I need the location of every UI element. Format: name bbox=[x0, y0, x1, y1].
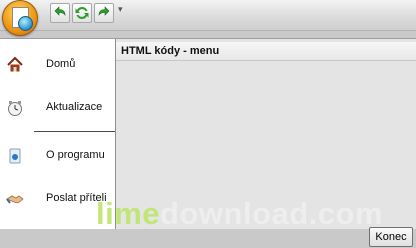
watermark: limedownload.com bbox=[96, 196, 383, 232]
undo-button[interactable] bbox=[50, 3, 70, 23]
title-bar: ▾ bbox=[0, 0, 416, 36]
handshake-icon bbox=[6, 195, 24, 204]
sidebar-item-about[interactable]: O programu bbox=[0, 136, 115, 176]
close-button[interactable]: Konec bbox=[369, 227, 413, 247]
redo-icon bbox=[98, 6, 110, 17]
info-icon bbox=[9, 148, 21, 164]
application-menu-orb[interactable] bbox=[2, 0, 38, 36]
sidebar-item-home[interactable]: Domů bbox=[0, 45, 115, 85]
sidebar-item-update[interactable]: Aktualizace bbox=[0, 88, 115, 128]
undo-icon bbox=[54, 6, 66, 17]
refresh-button[interactable] bbox=[72, 3, 92, 23]
sidebar-item-label: O programu bbox=[46, 149, 105, 161]
watermark-download: download bbox=[160, 196, 309, 231]
content-header: HTML kódy - menu bbox=[116, 42, 416, 61]
home-icon bbox=[7, 56, 23, 72]
watermark-com: com bbox=[317, 196, 384, 231]
refresh-icon bbox=[75, 7, 89, 19]
watermark-lime: lime bbox=[96, 196, 161, 231]
clock-icon bbox=[8, 101, 22, 116]
page-title: HTML kódy - menu bbox=[121, 45, 220, 57]
redo-button[interactable] bbox=[94, 3, 114, 23]
sidebar-item-label: Domů bbox=[46, 58, 76, 70]
watermark-dot: . bbox=[308, 196, 318, 231]
quick-access-dropdown-icon[interactable]: ▾ bbox=[118, 4, 123, 15]
globe-icon bbox=[18, 16, 33, 31]
sidebar-divider bbox=[34, 131, 115, 132]
sidebar-item-label: Aktualizace bbox=[46, 101, 103, 113]
